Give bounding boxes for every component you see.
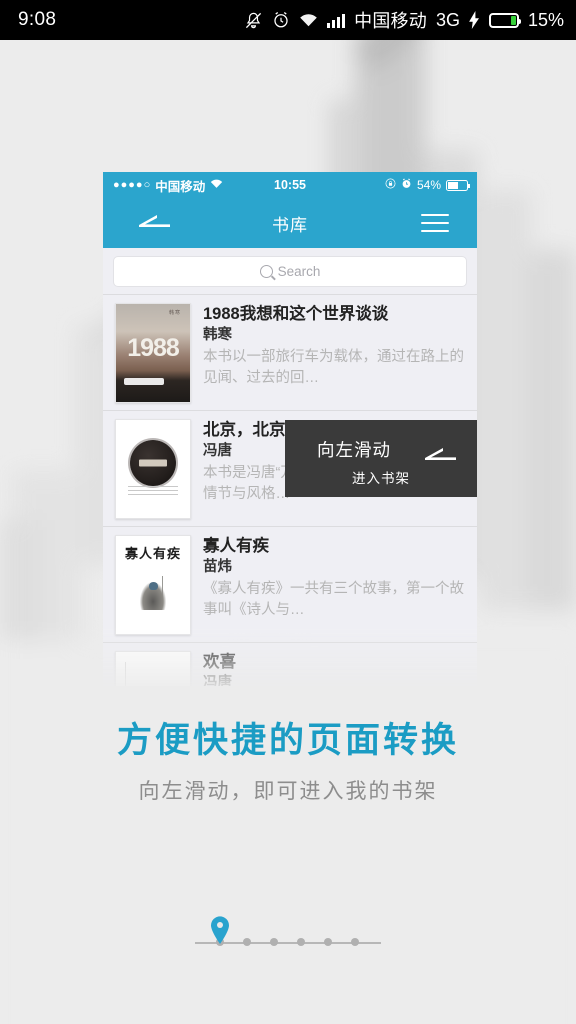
back-arrow-icon[interactable] [137, 213, 171, 233]
search-placeholder: Search [277, 264, 321, 279]
subheadline: 向左滑动，即可进入我的书架 [138, 780, 438, 803]
page-indicator [0, 916, 576, 965]
mute-icon [244, 11, 263, 30]
swipe-hint-line1: 向左滑动 [317, 440, 391, 460]
swipe-left-arrow-icon [423, 447, 457, 465]
cover-title: 寡人有疾 [124, 546, 181, 561]
cover-art-car [124, 378, 164, 385]
list-item[interactable]: 韩寒 1988 1988我想和这个世界谈谈 韩寒 本书以一部旅行车为载体，通过在… [103, 294, 477, 410]
page-dot-5[interactable] [324, 938, 332, 946]
cover-art-lines [128, 486, 178, 496]
battery-percent: 15% [527, 9, 564, 30]
status-icons: 中国移动 3G 15% [244, 7, 564, 33]
search-icon [259, 265, 273, 278]
cover-art-line [125, 662, 126, 686]
location-pin-icon [209, 915, 231, 945]
status-network: 3G [435, 9, 460, 30]
page-title: 书库 [272, 215, 308, 235]
book-author: 冯唐 [203, 675, 232, 686]
search-input[interactable]: Search [113, 256, 467, 287]
list-item[interactable]: 欢喜 冯唐 [103, 642, 477, 686]
alarm-icon [272, 11, 290, 29]
cover-topnote: 韩寒 [168, 310, 181, 316]
headline: 方便快捷的页面转换 [116, 721, 459, 760]
cover-title: 1988 [127, 334, 180, 362]
battery-icon [488, 12, 521, 28]
app-onboarding-screen: 9:08 中国移动 3G 15% ●●●●○ 中国移动 10:55 54% 书库… [0, 0, 576, 1024]
ios-alarm-icon [401, 178, 412, 192]
list-item[interactable]: 寡人有疾 寡人有疾 苗炜 《寡人有疾》一共有三个故事，第一个故事叫《诗人与… [103, 526, 477, 642]
book-author: 苗炜 [203, 559, 232, 576]
book-info: 1988我想和这个世界谈谈 韩寒 本书以一部旅行车为载体，通过在路上的见闻、过去… [191, 303, 467, 403]
app-navbar: 书库 [103, 198, 477, 248]
book-cover [115, 419, 191, 519]
swipe-hint-tooltip: 向左滑动 进入书架 [285, 420, 477, 497]
charging-bolt-icon [469, 11, 480, 29]
signal-bars-icon [327, 12, 346, 28]
book-description: 本书以一部旅行车为载体，通过在路上的见闻、过去的回… [203, 349, 464, 386]
swipe-hint-line2: 进入书架 [352, 471, 410, 486]
ios-battery-percent: 54% [416, 178, 441, 192]
android-status-bar: 9:08 中国移动 3G 15% [0, 0, 576, 40]
book-description: 《寡人有疾》一共有三个故事，第一个故事叫《诗人与… [203, 581, 464, 618]
book-cover: 寡人有疾 [115, 535, 191, 635]
cover-art-figure [140, 582, 166, 610]
cover-art-blot [130, 440, 176, 486]
page-dot-4[interactable] [297, 938, 305, 946]
book-title: 欢喜 [203, 653, 236, 671]
ios-status-bar: ●●●●○ 中国移动 10:55 54% [103, 172, 477, 198]
hamburger-menu-icon[interactable] [421, 214, 449, 232]
status-carrier: 中国移动 [354, 11, 427, 31]
page-dot-2[interactable] [243, 938, 251, 946]
rotation-lock-icon [385, 178, 396, 192]
ios-status-right: 54% [385, 178, 470, 192]
book-cover: 韩寒 1988 [115, 303, 191, 403]
search-bar-container: Search [103, 248, 477, 294]
book-cover [115, 651, 191, 686]
ios-battery-icon [446, 179, 470, 191]
book-info: 欢喜 冯唐 [191, 651, 467, 686]
page-dot-6[interactable] [351, 938, 359, 946]
book-title: 寡人有疾 [203, 537, 269, 555]
book-title: 1988我想和这个世界谈谈 [203, 305, 389, 323]
wifi-icon [299, 13, 318, 28]
book-author: 韩寒 [203, 327, 232, 344]
book-info: 寡人有疾 苗炜 《寡人有疾》一共有三个故事，第一个故事叫《诗人与… [191, 535, 467, 635]
status-clock: 9:08 [18, 9, 57, 30]
page-dot-3[interactable] [270, 938, 278, 946]
